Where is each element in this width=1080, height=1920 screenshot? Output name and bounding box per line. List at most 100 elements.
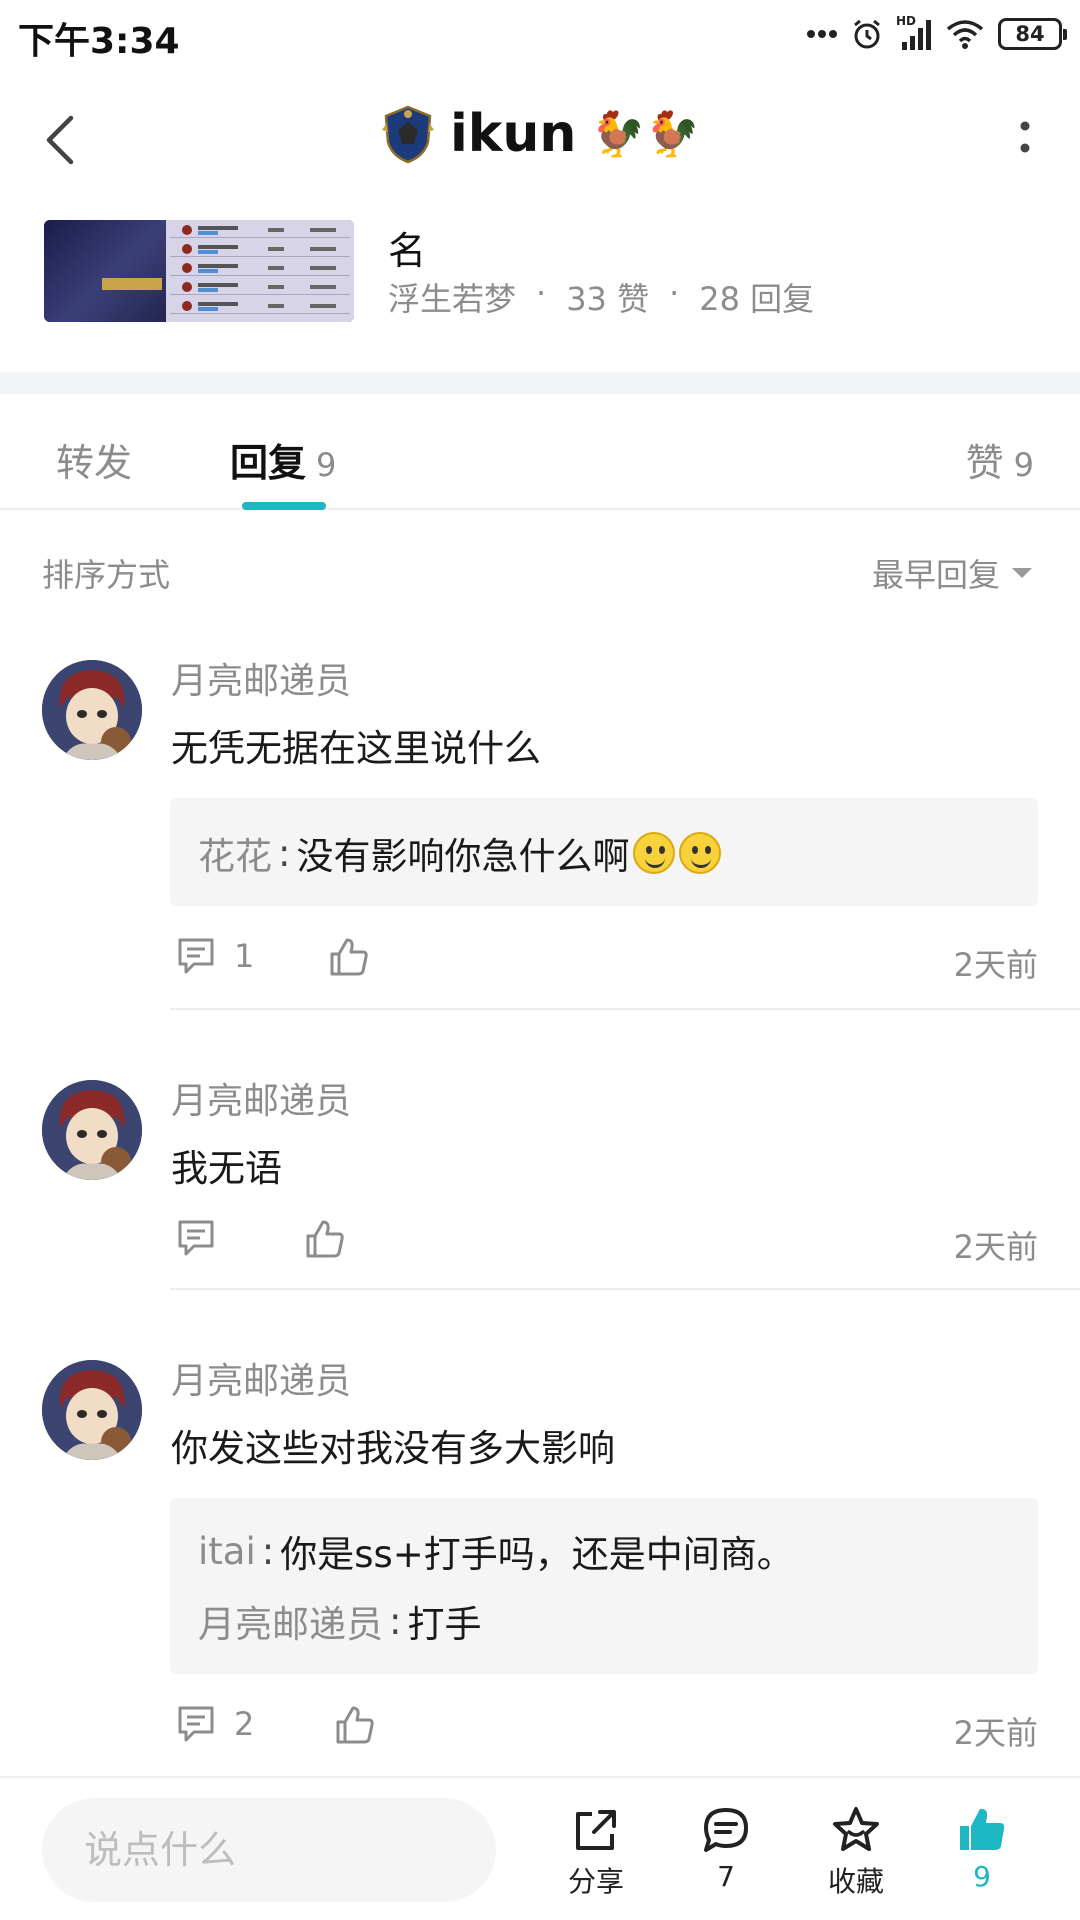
comment-time: 2天前	[953, 1714, 1038, 1752]
battery-indicator: 84	[998, 18, 1067, 50]
share-button[interactable]: 分享	[546, 1804, 646, 1900]
tab-like-count: 9	[1013, 446, 1034, 484]
comment-count-button[interactable]: 7	[676, 1804, 776, 1893]
comment-actions: 2天前	[170, 1218, 1038, 1268]
sort-value: 最早回复	[871, 556, 1000, 594]
signal-icon	[902, 20, 931, 50]
meta-separator: ·	[669, 274, 680, 312]
tab-bar: 转发 回复 9 赞 9	[0, 394, 1080, 510]
nav-title: ikun 🐓🐓	[0, 104, 1080, 164]
reply-text: 打手	[407, 1603, 482, 1646]
reply-button[interactable]: 1	[176, 936, 254, 976]
star-icon	[833, 1807, 879, 1851]
comment-text: 你发这些对我没有多大影响	[171, 1427, 615, 1470]
tab-like-label: 赞	[965, 441, 1004, 485]
reply-text: 没有影响你急什么啊	[296, 835, 630, 878]
avatar[interactable]	[42, 1360, 142, 1460]
status-bar: 下午3:34 HD 84	[0, 0, 1080, 66]
alarm-icon	[854, 19, 880, 49]
reply-count: 1	[234, 937, 255, 975]
caret-down-icon	[1012, 568, 1032, 578]
reply-author: itai	[198, 1529, 256, 1573]
nav-bar: ikun 🐓🐓	[0, 90, 1080, 190]
favorite-button[interactable]: 收藏	[806, 1804, 906, 1900]
chat-bubble-icon	[704, 1808, 748, 1852]
avatar[interactable]	[42, 1080, 142, 1180]
more-vertical-icon	[1020, 121, 1030, 153]
comment-item: 月亮邮递员 我无语 2天前	[0, 1050, 1080, 1290]
post-reply-count: 28 回复	[699, 280, 815, 318]
comment-divider	[170, 1288, 1080, 1290]
reply-line: itai : 你是ss+打手吗，还是中间商。	[198, 1524, 794, 1578]
more-options-button[interactable]	[1000, 110, 1050, 170]
comment-item: 月亮邮递员 无凭无据在这里说什么 花花 : 没有影响你急什么啊 1 2天前	[0, 630, 1080, 1010]
tab-forward[interactable]: 转发	[56, 432, 132, 487]
reply-preview[interactable]: itai : 你是ss+打手吗，还是中间商。 月亮邮递员 : 打手	[170, 1498, 1038, 1674]
status-time: 下午3:34	[18, 21, 180, 62]
tab-reply-count: 9	[316, 446, 337, 484]
thumbs-up-filled-icon	[960, 1808, 1005, 1850]
signal-indicator: HD	[896, 14, 932, 52]
page-title: ikun	[449, 104, 577, 164]
reply-text: 你是ss+打手吗，还是中间商。	[280, 1533, 794, 1576]
post-title: 名	[388, 229, 427, 273]
reply-count: 2	[234, 1705, 255, 1743]
comment-time: 2天前	[953, 1228, 1038, 1266]
meta-separator: ·	[536, 274, 547, 312]
reply-preview[interactable]: 花花 : 没有影响你急什么啊	[170, 798, 1038, 906]
comment-time: 2天前	[953, 946, 1038, 984]
reply-separator: :	[261, 1529, 275, 1573]
reply-button[interactable]	[176, 1218, 234, 1258]
section-divider	[0, 372, 1080, 394]
sort-dropdown[interactable]: 最早回复	[872, 550, 1034, 596]
post-like-count: 33 赞	[566, 280, 650, 318]
active-tab-indicator	[242, 502, 326, 510]
status-icons: HD 84	[806, 14, 1067, 54]
comment-text: 我无语	[171, 1147, 282, 1190]
smile-emoji-icon	[679, 832, 722, 874]
thumbs-up-icon	[336, 1706, 374, 1744]
thumbs-up-icon	[306, 1220, 344, 1258]
comment-count: 7	[717, 1860, 735, 1893]
avatar[interactable]	[42, 660, 142, 760]
tab-reply-label: 回复	[230, 441, 307, 485]
share-icon	[576, 1810, 616, 1850]
reply-line: 花花 : 没有影响你急什么啊	[198, 826, 722, 880]
comment-author[interactable]: 月亮邮递员	[171, 1072, 351, 1124]
reply-author: 花花	[198, 835, 272, 878]
comment-author[interactable]: 月亮邮递员	[171, 652, 351, 704]
comment-icon	[178, 1220, 214, 1256]
comment-icon	[178, 1706, 214, 1742]
more-dots-icon	[807, 30, 837, 38]
post-thumbnail	[44, 220, 354, 322]
comment-actions: 1 2天前	[170, 936, 1038, 986]
post-like-count: 9	[973, 1860, 991, 1893]
reply-button[interactable]: 2	[176, 1704, 254, 1744]
sort-row: 排序方式 最早回复	[0, 510, 1080, 630]
sort-label: 排序方式	[42, 556, 171, 594]
comment-input[interactable]: 说点什么	[42, 1798, 496, 1902]
tab-like[interactable]: 赞 9	[966, 432, 1034, 487]
thumbs-up-icon	[330, 938, 368, 976]
share-label: 分享	[567, 1865, 624, 1898]
like-button[interactable]	[304, 1218, 346, 1260]
post-summary[interactable]: 名 浮生若梦 · 33 赞 · 28 回复	[44, 220, 1044, 322]
post-meta: 浮生若梦 · 33 赞 · 28 回复	[388, 274, 814, 320]
post-author: 浮生若梦	[388, 280, 517, 318]
comment-author[interactable]: 月亮邮递员	[171, 1352, 351, 1404]
reply-separator: :	[278, 831, 291, 875]
like-button[interactable]	[328, 936, 370, 978]
favorite-label: 收藏	[827, 1865, 884, 1898]
reply-author: 月亮邮递员	[198, 1603, 383, 1646]
wifi-icon	[946, 20, 984, 49]
like-post-button[interactable]: 9	[932, 1804, 1032, 1893]
bottom-action-bar: 说点什么 分享 7 收藏 9	[0, 1776, 1080, 1920]
comment-divider	[170, 1008, 1080, 1010]
tab-reply[interactable]: 回复 9	[230, 432, 336, 487]
comment-icon	[178, 938, 214, 974]
crest-icon	[381, 105, 434, 164]
comment-text: 无凭无据在这里说什么	[171, 727, 541, 770]
reply-separator: :	[389, 1599, 402, 1643]
smile-emoji-icon	[633, 832, 676, 874]
like-button[interactable]	[334, 1704, 376, 1746]
